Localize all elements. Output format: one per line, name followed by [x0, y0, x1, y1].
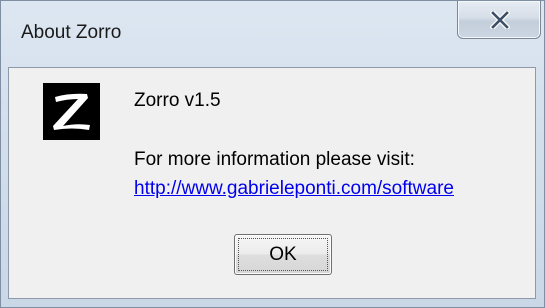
zorro-logo [43, 83, 100, 140]
close-x-icon [490, 11, 510, 29]
window-title: About Zorro [21, 22, 122, 43]
about-dialog: About Zorro Zorro v1.5 For more informat… [0, 0, 545, 308]
title-bar[interactable]: About Zorro [1, 1, 544, 67]
website-link[interactable]: http://www.gabrieleponti.com/software [134, 178, 454, 200]
ok-button[interactable]: OK [234, 234, 332, 275]
info-text: For more information please visit: [134, 149, 415, 170]
close-button[interactable] [457, 1, 541, 39]
zorro-z-logo-icon [53, 93, 90, 130]
version-label: Zorro v1.5 [134, 90, 221, 111]
dialog-body: Zorro v1.5 For more information please v… [8, 67, 536, 299]
